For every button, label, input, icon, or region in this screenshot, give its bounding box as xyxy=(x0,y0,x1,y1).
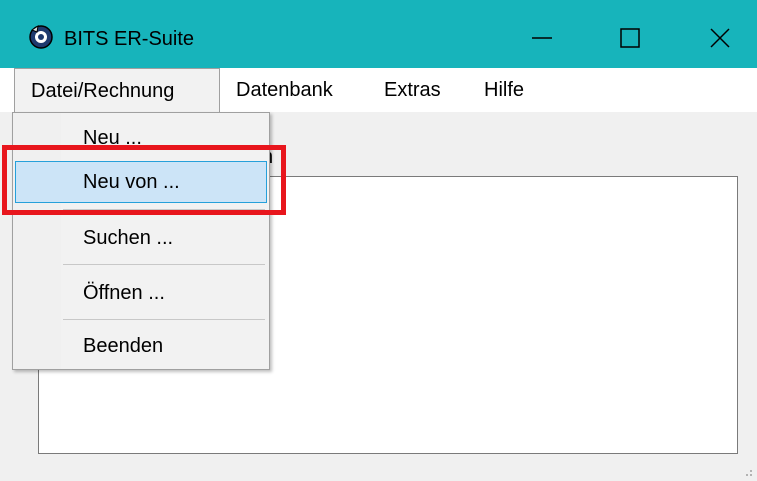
menu-item-oeffnen[interactable]: Öffnen ... xyxy=(15,272,267,314)
app-icon xyxy=(29,24,53,49)
close-icon xyxy=(710,28,730,48)
menu-extras[interactable]: Extras xyxy=(374,68,451,112)
menu-separator xyxy=(63,319,265,320)
menu-item-beenden[interactable]: Beenden xyxy=(15,325,267,367)
menu-item-suchen[interactable]: Suchen ... xyxy=(15,217,267,259)
minimize-icon xyxy=(532,37,552,39)
title-bar[interactable]: BITS ER-Suite xyxy=(0,0,757,68)
menu-bar: Datei/Rechnung Datenbank Extras Hilfe xyxy=(0,68,757,112)
menu-datenbank[interactable]: Datenbank xyxy=(226,68,343,112)
app-window: BITS ER-Suite Datei/Rechnung Datenbank E… xyxy=(0,0,757,481)
annotation-highlight-box xyxy=(2,145,286,215)
minimize-button[interactable] xyxy=(512,14,572,62)
window-title: BITS ER-Suite xyxy=(64,28,195,50)
maximize-icon xyxy=(620,28,640,48)
maximize-button[interactable] xyxy=(600,14,660,62)
menu-hilfe[interactable]: Hilfe xyxy=(474,68,534,112)
menu-separator xyxy=(63,264,265,265)
resize-grip-icon[interactable] xyxy=(741,465,753,477)
menu-datei-rechnung[interactable]: Datei/Rechnung xyxy=(14,68,220,112)
close-button[interactable] xyxy=(690,14,750,62)
